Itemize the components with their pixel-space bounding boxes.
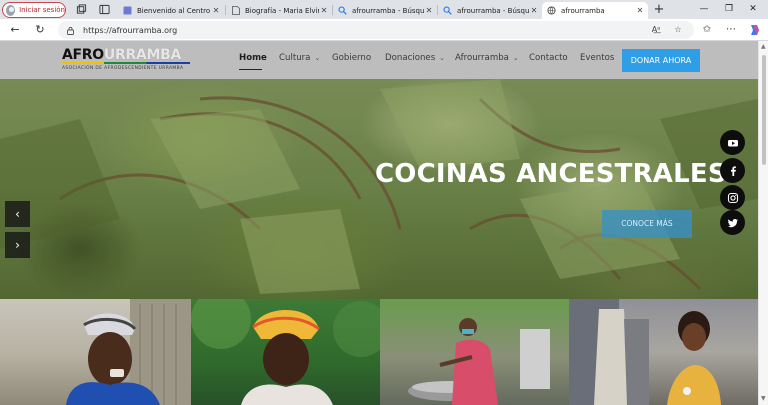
search-icon (443, 6, 452, 15)
scroll-up-icon[interactable]: ▲ (761, 44, 767, 50)
tab-title: afrourramba (561, 6, 605, 15)
logo-part-1: AFRO (62, 47, 104, 63)
tab-title: afrourramba - Búsqued (457, 6, 529, 15)
tab-busqueda-1[interactable]: afrourramba - Búsqued ✕ (333, 2, 437, 19)
tab-title: Biografía - Maria Elvira (245, 6, 319, 15)
close-icon[interactable]: ✕ (529, 6, 539, 15)
vertical-tabs-icon[interactable] (99, 4, 110, 15)
profile-label: Iniciar sesión (19, 6, 65, 14)
scroll-down-icon[interactable]: ▼ (761, 396, 767, 402)
page-icon (123, 6, 132, 15)
close-icon[interactable]: ✕ (319, 6, 329, 15)
page-scrollbar[interactable]: ▲ ▼ (758, 41, 768, 405)
tab-title: Bienvenido al Centro E (137, 6, 211, 15)
close-icon[interactable]: ✕ (424, 6, 434, 15)
menu-label: Home (239, 53, 267, 63)
gallery-photo[interactable] (380, 299, 569, 405)
close-icon[interactable]: ✕ (635, 6, 645, 15)
active-menu-underline (239, 69, 262, 70)
menu-contacto[interactable]: Contacto (529, 53, 568, 63)
address-bar[interactable]: https://afrourramba.org A͟ᵃ ☆ (58, 21, 694, 39)
lock-icon (67, 26, 74, 35)
back-icon[interactable]: ← (8, 23, 22, 37)
menu-donaciones[interactable]: Donaciones ⌄ (385, 53, 445, 63)
workspaces-icon[interactable] (76, 4, 87, 15)
gallery-photo[interactable] (0, 299, 191, 405)
slider-next-button[interactable]: › (5, 232, 30, 258)
web-page: AFROURRAMBA ASOCIACIÓN DE AFRODESCENDIEN… (0, 41, 758, 405)
chevron-down-icon: ⌄ (512, 54, 519, 62)
tab-busqueda-2[interactable]: afrourramba - Búsqued ✕ (438, 2, 542, 19)
logo-flag-stripe (62, 62, 190, 64)
menu-label: Contacto (529, 53, 568, 63)
donate-button[interactable]: DONAR AHORA (622, 49, 700, 72)
restore-icon[interactable]: ❐ (720, 2, 738, 16)
photo-gallery-strip (0, 299, 758, 405)
favorite-star-icon[interactable]: ☆ (672, 24, 684, 36)
menu-label: Eventos (580, 53, 615, 63)
close-icon[interactable]: ✕ (211, 6, 221, 15)
tab-afrourramba[interactable]: afrourramba ✕ (542, 2, 648, 19)
youtube-icon[interactable] (720, 130, 745, 155)
chevron-down-icon: ⌄ (314, 54, 321, 62)
menu-label: Gobierno (332, 53, 372, 63)
avatar-icon (6, 4, 16, 16)
profile-button[interactable]: Iniciar sesión (2, 2, 66, 18)
refresh-icon[interactable]: ↻ (33, 23, 47, 37)
twitter-icon[interactable] (720, 210, 745, 235)
gallery-photo[interactable] (569, 299, 758, 405)
window-close-icon[interactable]: ✕ (744, 2, 762, 16)
scrollbar-thumb[interactable] (762, 55, 766, 165)
new-tab-button[interactable]: + (652, 3, 666, 17)
search-icon (338, 6, 347, 15)
copilot-icon[interactable] (748, 23, 762, 37)
tab-title: afrourramba - Búsqued (352, 6, 424, 15)
document-icon (231, 6, 240, 15)
learn-more-button[interactable]: CONOCE MÁS (602, 210, 692, 238)
chevron-down-icon: ⌄ (439, 54, 446, 62)
site-logo[interactable]: AFROURRAMBA ASOCIACIÓN DE AFRODESCENDIEN… (62, 47, 190, 71)
browser-tab-strip: Iniciar sesión Bienvenido al Centro E ✕ … (0, 0, 768, 20)
minimize-icon[interactable]: — (695, 2, 713, 16)
menu-label: Cultura (279, 53, 311, 63)
facebook-icon[interactable] (720, 158, 745, 183)
hero-title: COCINAS ANCESTRALES (375, 159, 727, 189)
menu-afrourramba[interactable]: Afrourramba ⌄ (455, 53, 519, 63)
tab-bienvenido[interactable]: Bienvenido al Centro E ✕ (118, 2, 224, 19)
favorites-icon[interactable]: ✩ (700, 23, 714, 37)
menu-gobierno[interactable]: Gobierno (332, 53, 371, 63)
url-text[interactable]: https://afrourramba.org (83, 26, 177, 35)
menu-label: Donaciones (385, 53, 436, 63)
logo-subtitle: ASOCIACIÓN DE AFRODESCENDIENTE URRAMBA (62, 66, 184, 71)
more-options-icon[interactable]: ⋯ (724, 23, 738, 37)
tab-biografia[interactable]: Biografía - Maria Elvira ✕ (226, 2, 332, 19)
address-toolbar: ← ↻ https://afrourramba.org A͟ᵃ ☆ ✩ ⋯ (0, 19, 768, 41)
menu-eventos[interactable]: Eventos (580, 53, 614, 63)
menu-label: Afrourramba (455, 53, 509, 63)
hero-slider: COCINAS ANCESTRALES CONOCE MÁS ‹ › (0, 79, 758, 299)
menu-cultura[interactable]: Cultura ⌄ (279, 53, 320, 63)
site-header: AFROURRAMBA ASOCIACIÓN DE AFRODESCENDIEN… (0, 41, 758, 79)
menu-home[interactable]: Home (239, 53, 267, 63)
read-aloud-icon[interactable]: A͟ᵃ (650, 24, 662, 36)
logo-part-2: URRAMBA (103, 47, 181, 63)
instagram-icon[interactable] (720, 185, 745, 210)
site-icon (547, 6, 556, 15)
gallery-photo[interactable] (191, 299, 380, 405)
hero-overlay (0, 79, 758, 299)
slider-prev-button[interactable]: ‹ (5, 201, 30, 227)
